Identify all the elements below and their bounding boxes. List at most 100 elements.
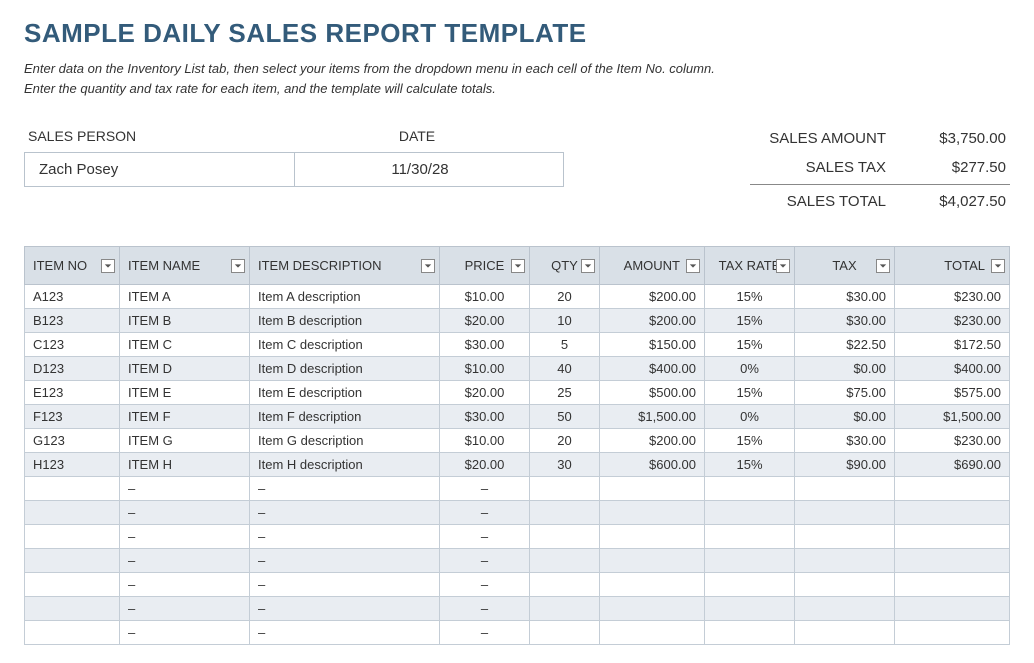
cell-price[interactable]: $10.00	[440, 285, 530, 309]
cell-amount[interactable]	[600, 573, 705, 597]
cell-item-description[interactable]: –	[250, 501, 440, 525]
cell-item-description[interactable]: Item E description	[250, 381, 440, 405]
cell-item-no[interactable]: C123	[25, 333, 120, 357]
cell-item-no[interactable]: F123	[25, 405, 120, 429]
cell-total[interactable]	[895, 549, 1010, 573]
cell-amount[interactable]: $400.00	[600, 357, 705, 381]
cell-tax[interactable]	[795, 573, 895, 597]
col-item-no[interactable]: ITEM NO	[25, 247, 120, 285]
col-item-name[interactable]: ITEM NAME	[120, 247, 250, 285]
cell-item-description[interactable]: Item H description	[250, 453, 440, 477]
col-item-description[interactable]: ITEM DESCRIPTION	[250, 247, 440, 285]
cell-price[interactable]: $30.00	[440, 405, 530, 429]
cell-total[interactable]	[895, 477, 1010, 501]
sales-person-input[interactable]: Zach Posey	[25, 153, 295, 186]
cell-item-description[interactable]: –	[250, 549, 440, 573]
cell-tax-rate[interactable]: 15%	[705, 285, 795, 309]
filter-dropdown-icon[interactable]	[231, 259, 245, 273]
cell-item-name[interactable]: ITEM G	[120, 429, 250, 453]
cell-item-name[interactable]: ITEM B	[120, 309, 250, 333]
cell-tax[interactable]	[795, 501, 895, 525]
cell-tax-rate[interactable]: 0%	[705, 405, 795, 429]
cell-price[interactable]: –	[440, 621, 530, 645]
cell-item-name[interactable]: –	[120, 549, 250, 573]
cell-tax[interactable]: $30.00	[795, 429, 895, 453]
cell-total[interactable]	[895, 573, 1010, 597]
cell-total[interactable]	[895, 621, 1010, 645]
filter-dropdown-icon[interactable]	[776, 259, 790, 273]
filter-dropdown-icon[interactable]	[581, 259, 595, 273]
filter-dropdown-icon[interactable]	[511, 259, 525, 273]
cell-item-description[interactable]: –	[250, 525, 440, 549]
col-tax[interactable]: TAX	[795, 247, 895, 285]
cell-tax[interactable]	[795, 621, 895, 645]
cell-tax-rate[interactable]: 15%	[705, 453, 795, 477]
cell-item-no[interactable]: B123	[25, 309, 120, 333]
cell-item-description[interactable]: Item G description	[250, 429, 440, 453]
cell-price[interactable]: –	[440, 549, 530, 573]
cell-total[interactable]	[895, 501, 1010, 525]
cell-item-description[interactable]: Item C description	[250, 333, 440, 357]
cell-item-no[interactable]	[25, 597, 120, 621]
cell-item-no[interactable]: D123	[25, 357, 120, 381]
date-input[interactable]: 11/30/28	[295, 153, 545, 186]
cell-item-description[interactable]: –	[250, 621, 440, 645]
cell-tax[interactable]: $30.00	[795, 285, 895, 309]
cell-total[interactable]: $172.50	[895, 333, 1010, 357]
cell-item-name[interactable]: ITEM F	[120, 405, 250, 429]
cell-item-no[interactable]	[25, 501, 120, 525]
cell-tax-rate[interactable]	[705, 549, 795, 573]
cell-qty[interactable]	[530, 501, 600, 525]
cell-price[interactable]: –	[440, 501, 530, 525]
cell-price[interactable]: $20.00	[440, 381, 530, 405]
cell-tax[interactable]	[795, 549, 895, 573]
cell-tax[interactable]: $22.50	[795, 333, 895, 357]
cell-tax[interactable]: $90.00	[795, 453, 895, 477]
cell-price[interactable]: $30.00	[440, 333, 530, 357]
cell-tax[interactable]	[795, 597, 895, 621]
cell-price[interactable]: $10.00	[440, 429, 530, 453]
cell-tax[interactable]	[795, 525, 895, 549]
cell-item-name[interactable]: ITEM H	[120, 453, 250, 477]
cell-amount[interactable]	[600, 549, 705, 573]
cell-amount[interactable]: $150.00	[600, 333, 705, 357]
cell-total[interactable]: $400.00	[895, 357, 1010, 381]
cell-item-description[interactable]: –	[250, 477, 440, 501]
cell-amount[interactable]	[600, 525, 705, 549]
cell-qty[interactable]	[530, 597, 600, 621]
cell-qty[interactable]	[530, 477, 600, 501]
cell-qty[interactable]: 40	[530, 357, 600, 381]
cell-item-name[interactable]: –	[120, 525, 250, 549]
cell-total[interactable]: $230.00	[895, 285, 1010, 309]
cell-tax-rate[interactable]: 15%	[705, 333, 795, 357]
cell-item-description[interactable]: Item D description	[250, 357, 440, 381]
cell-item-name[interactable]: –	[120, 621, 250, 645]
cell-tax-rate[interactable]: 15%	[705, 429, 795, 453]
cell-item-name[interactable]: –	[120, 573, 250, 597]
cell-item-no[interactable]	[25, 477, 120, 501]
cell-price[interactable]: $20.00	[440, 453, 530, 477]
cell-item-name[interactable]: ITEM C	[120, 333, 250, 357]
cell-total[interactable]: $575.00	[895, 381, 1010, 405]
cell-tax[interactable]: $30.00	[795, 309, 895, 333]
col-qty[interactable]: QTY	[530, 247, 600, 285]
cell-amount[interactable]: $200.00	[600, 429, 705, 453]
cell-amount[interactable]	[600, 597, 705, 621]
cell-amount[interactable]	[600, 501, 705, 525]
filter-dropdown-icon[interactable]	[991, 259, 1005, 273]
cell-price[interactable]: –	[440, 573, 530, 597]
cell-item-no[interactable]: G123	[25, 429, 120, 453]
cell-qty[interactable]	[530, 573, 600, 597]
cell-tax-rate[interactable]: 15%	[705, 309, 795, 333]
cell-tax-rate[interactable]	[705, 501, 795, 525]
cell-price[interactable]: $10.00	[440, 357, 530, 381]
cell-qty[interactable]: 20	[530, 429, 600, 453]
cell-item-name[interactable]: –	[120, 597, 250, 621]
cell-qty[interactable]: 50	[530, 405, 600, 429]
cell-item-description[interactable]: –	[250, 573, 440, 597]
cell-item-description[interactable]: Item B description	[250, 309, 440, 333]
cell-tax[interactable]	[795, 477, 895, 501]
cell-qty[interactable]: 20	[530, 285, 600, 309]
cell-qty[interactable]: 10	[530, 309, 600, 333]
cell-tax[interactable]: $0.00	[795, 405, 895, 429]
